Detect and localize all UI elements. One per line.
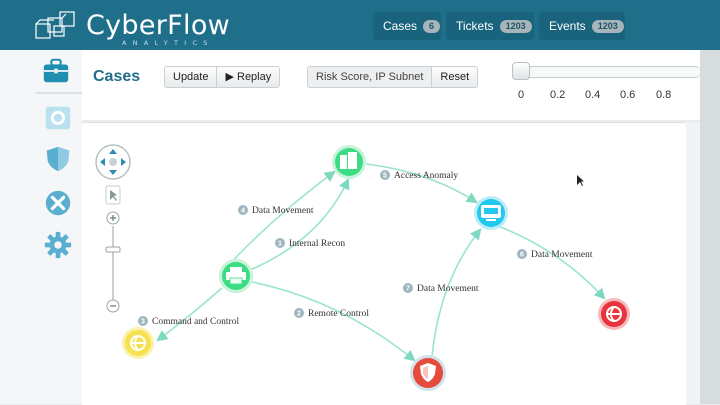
mouse-cursor-icon <box>577 175 584 186</box>
edge-label: Internal Recon <box>289 239 345 249</box>
graph-edge[interactable] <box>156 287 223 342</box>
edge-label: Data Movement <box>531 250 593 260</box>
edge-label-group: 4 Data Movement 1 Internal Recon 5 Acces… <box>138 170 593 327</box>
edge-number: 5 <box>383 173 387 180</box>
graph-edge[interactable] <box>249 177 350 271</box>
graph-edge[interactable] <box>365 163 478 204</box>
edge-label: Data Movement <box>252 206 314 216</box>
select-tool[interactable] <box>105 185 121 205</box>
edge-number: 1 <box>278 241 282 248</box>
edge-number: 2 <box>297 311 301 318</box>
zoom-slider[interactable] <box>105 211 121 313</box>
pan-control[interactable] <box>95 144 131 180</box>
node-monitor[interactable] <box>474 196 508 230</box>
node-globe-red[interactable] <box>598 298 630 330</box>
edge-number: 4 <box>241 208 245 215</box>
graph-edge[interactable] <box>225 170 336 269</box>
zoom-handle <box>105 246 121 253</box>
edge-label: Data Movement <box>417 284 479 294</box>
node-globe-yellow[interactable] <box>122 327 154 359</box>
edge-number: 3 <box>141 319 145 326</box>
edge-label: Command and Control <box>152 317 239 327</box>
node-printer[interactable] <box>219 259 253 293</box>
node-shield-red[interactable] <box>410 355 446 391</box>
edge-number: 7 <box>406 286 410 293</box>
graph-edge[interactable] <box>497 225 606 300</box>
edge-label: Access Anomaly <box>394 171 458 181</box>
edge-label: Remote Control <box>308 309 369 319</box>
graph-edge[interactable] <box>251 281 416 362</box>
network-graph: 4 Data Movement 1 Internal Recon 5 Acces… <box>95 144 630 391</box>
node-building[interactable] <box>332 145 366 179</box>
edge-number: 6 <box>520 252 524 259</box>
